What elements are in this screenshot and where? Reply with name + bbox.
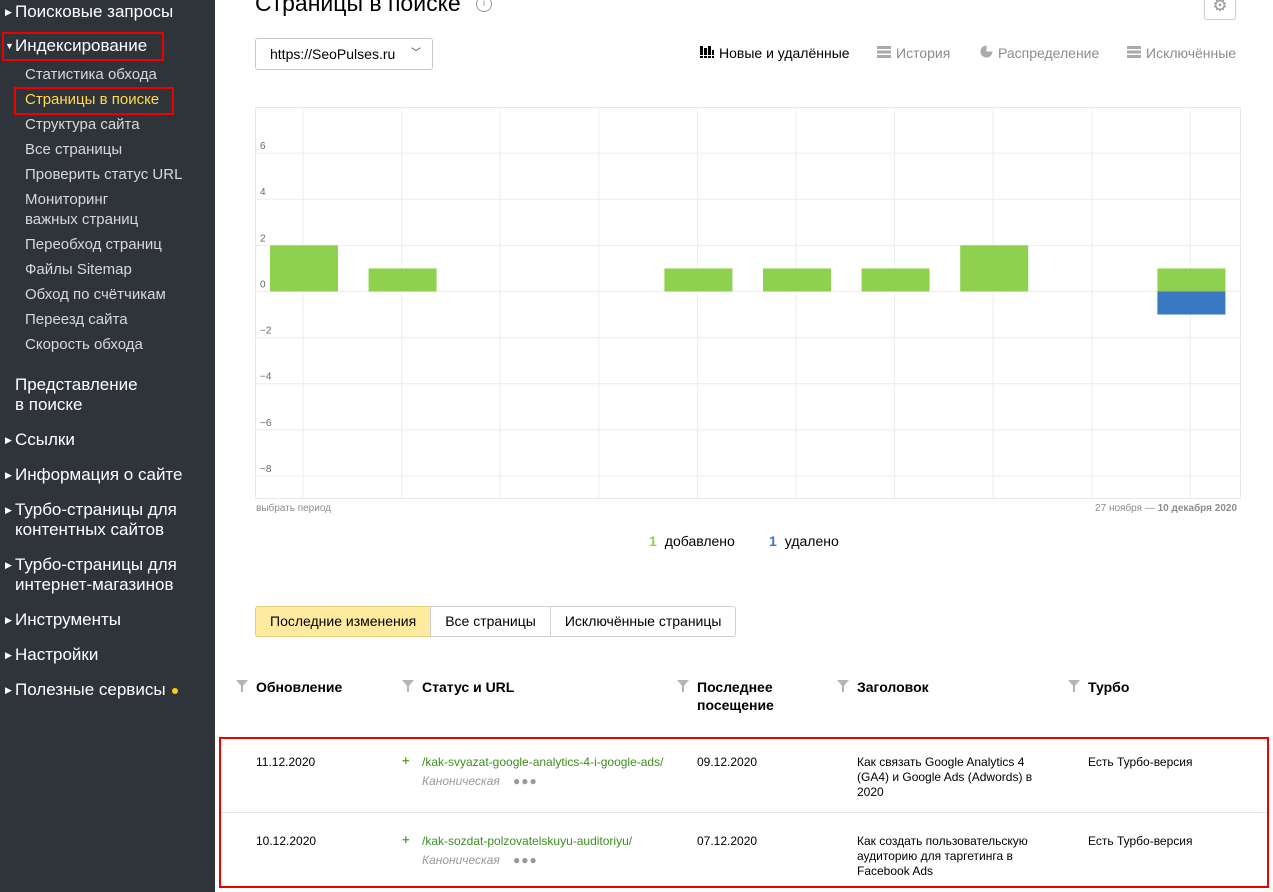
y-tick-label: −2 [260,326,272,337]
pages-tabs: Последние изменения Все страницы Исключё… [255,606,737,637]
sidebar-item-indexing[interactable]: ▼ Индексирование [5,36,147,56]
row-separator [221,812,1267,813]
column-header-status-url[interactable]: Статус и URL [402,678,514,696]
host-select-value: https://SeoPulses.ru [270,46,396,62]
sidebar-subitem-counter-crawl[interactable]: Обход по счётчикам [25,285,166,305]
filter-icon[interactable] [837,680,849,692]
gear-icon[interactable]: ⚙ [1204,0,1236,20]
sidebar-subitem-check-url[interactable]: Проверить статус URL [25,165,182,185]
sidebar-subitem-sitemap[interactable]: Файлы Sitemap [25,260,132,280]
bar-added[interactable] [270,245,338,292]
pie-chart-icon [980,45,993,61]
cell-last-visit: 07.12.2020 [697,834,758,848]
column-header-title[interactable]: Заголовок [837,678,929,696]
y-tick-label: 0 [260,279,266,290]
filter-icon[interactable] [677,680,689,692]
plus-icon: + [402,753,410,768]
filter-icon[interactable] [236,680,248,692]
bar-chart-icon [700,45,714,61]
bar-added[interactable] [368,268,437,292]
select-period-link[interactable]: выбрать период [256,503,331,514]
chevron-right-icon: ▶ [5,560,12,570]
filter-icon[interactable] [1068,680,1080,692]
column-header-updated[interactable]: Обновление [236,678,342,696]
view-tab-new-and-removed[interactable]: Новые и удалённые [700,45,850,61]
chevron-right-icon: ▶ [5,470,12,480]
chevron-right-icon: ▶ [5,505,12,515]
column-header-turbo[interactable]: Турбо [1068,678,1129,696]
y-tick-label: 2 [260,233,266,244]
sidebar-item-tools[interactable]: ▶ Инструменты [5,610,121,630]
status-canonical: Каноническая [422,853,500,867]
cell-turbo: Есть Турбо-версия [1088,834,1193,848]
sidebar-item-turbo-shops[interactable]: ▶ Турбо-страницы для интернет-магазинов [5,555,177,595]
view-tab-history[interactable]: История [877,45,950,61]
column-header-last-visit[interactable]: Последнее посещение [677,678,774,714]
host-select[interactable]: https://SeoPulses.ru ﹀ [255,38,433,70]
y-tick-label: −4 [260,372,272,383]
chevron-down-icon: ▼ [5,41,14,51]
y-tick-label: −6 [260,418,272,429]
pages-chart: 6 4 2 0 −2 −4 −6 −8 [255,107,1241,499]
status-canonical: Каноническая [422,774,500,788]
chevron-down-icon: ﹀ [411,48,421,59]
sidebar-item-useful-services[interactable]: ▶ Полезные сервисы [5,680,178,700]
sidebar-subitem-all-pages[interactable]: Все страницы [25,140,122,160]
sidebar-subitem-pages-in-search[interactable]: Страницы в поиске [25,90,159,110]
sidebar-item-links[interactable]: ▶ Ссылки [5,430,75,450]
legend-added: 1 добавлено [649,533,735,549]
more-icon[interactable]: ●●● [513,774,538,788]
list-icon [1127,45,1141,61]
sidebar-subitem-recrawl[interactable]: Переобход страниц [25,235,162,255]
sidebar: ▶ Поисковые запросы ▼ Индексирование Стати… [0,0,215,892]
sidebar-item-settings[interactable]: ▶ Настройки [5,645,98,665]
sidebar-subitem-site-move[interactable]: Переезд сайта [25,310,128,330]
chevron-right-icon: ▶ [5,615,12,625]
sidebar-item-site-info[interactable]: ▶ Информация о сайте [5,465,183,485]
cell-updated: 10.12.2020 [256,834,317,848]
sidebar-subitem-site-structure[interactable]: Структура сайта [25,115,140,135]
sidebar-subitem-crawl-stats[interactable]: Статистика обхода [25,65,157,85]
bar-added[interactable] [1157,268,1226,292]
sidebar-subitem-crawl-speed[interactable]: Скорость обхода [25,335,143,355]
y-tick-label: 4 [260,187,266,198]
cell-updated: 11.12.2020 [256,755,316,769]
cell-last-visit: 09.12.2020 [697,755,758,769]
list-icon [877,45,891,61]
tab-recent-changes[interactable]: Последние изменения [255,606,432,637]
tab-all-pages[interactable]: Все страницы [430,606,551,637]
cell-turbo: Есть Турбо-версия [1088,755,1193,769]
sidebar-item-search-queries[interactable]: ▶ Поисковые запросы [5,2,173,22]
sidebar-item-presentation[interactable]: Представление в поиске [15,375,138,415]
chart-border [255,107,1241,499]
view-tab-distribution[interactable]: Распределение [980,45,1099,61]
bar-removed[interactable] [1157,291,1226,315]
cell-title: Как создать пользовательскую аудиторию д… [857,834,1028,878]
more-icon[interactable]: ●●● [513,853,538,867]
page-url-link[interactable]: /kak-svyazat-google-analytics-4-i-google… [422,755,672,769]
sidebar-subitem-monitoring[interactable]: Мониторинг важных страниц [25,190,138,230]
bar-added[interactable] [861,268,930,292]
legend-removed: 1 удалено [769,533,839,549]
chevron-right-icon: ▶ [5,7,12,17]
info-icon[interactable]: i [476,0,492,12]
y-tick-label: 6 [260,141,266,152]
bar-added[interactable] [763,268,831,292]
bar-added[interactable] [664,268,733,292]
filter-icon[interactable] [402,680,414,692]
period-range: 27 ноября — 10 декабря 2020 [1095,503,1237,514]
view-tab-excluded[interactable]: Исключённые [1127,45,1236,61]
plus-icon: + [402,832,410,847]
y-tick-label: −8 [260,464,272,475]
page-title: Страницы в поиске [255,0,461,16]
notification-dot [171,687,178,694]
tab-excluded-pages[interactable]: Исключённые страницы [549,606,737,637]
cell-title: Как связать Google Analytics 4 (GA4) и G… [857,755,1033,799]
chevron-right-icon: ▶ [5,435,12,445]
bar-added[interactable] [960,245,1029,292]
sidebar-item-turbo-content[interactable]: ▶ Турбо-страницы для контентных сайтов [5,500,177,540]
page-url-link[interactable]: /kak-sozdat-polzovatelskuyu-auditoriyu/ [422,834,672,848]
chevron-right-icon: ▶ [5,650,12,660]
chevron-right-icon: ▶ [5,685,12,695]
